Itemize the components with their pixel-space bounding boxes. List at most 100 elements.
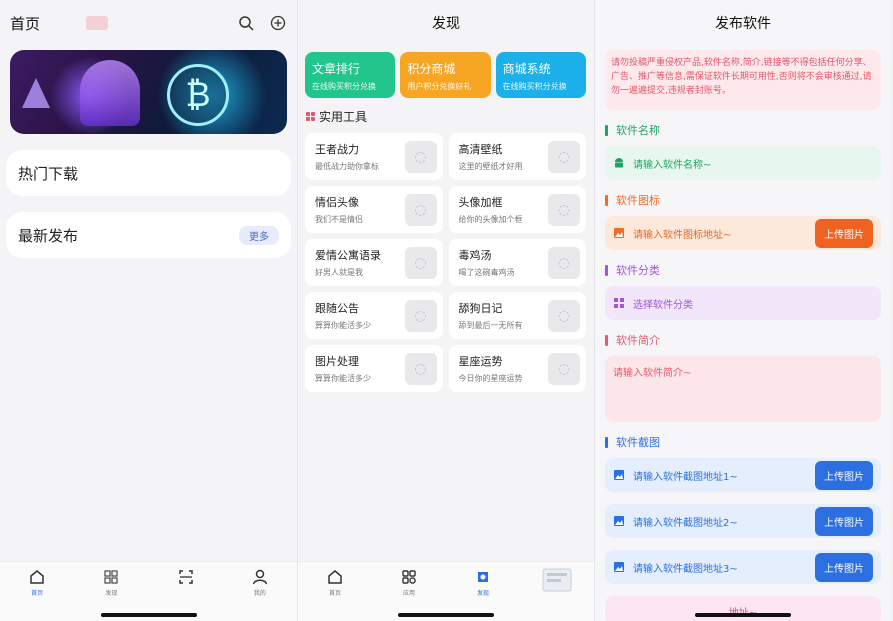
tool-card[interactable]: 舔狗日记 舔到最后一无所有 ◌ — [448, 292, 586, 339]
placeholder-text: 请输入软件图标地址~ — [633, 229, 732, 241]
accent-bar — [605, 264, 608, 276]
android-icon — [613, 157, 625, 169]
loading-icon: ◌ — [404, 246, 437, 279]
tool-title: 星座运势 — [458, 355, 503, 368]
field-heading-category: 软件分类 — [605, 262, 891, 278]
discover-screen: 发现 文章排行 在线购买积分兑换 积分商城 用户积分兑换好礼 商城系统 在线购买… — [297, 0, 594, 621]
upload-screenshot-button[interactable]: 上传图片 — [815, 506, 873, 536]
upload-icon-button[interactable]: 上传图片 — [815, 218, 873, 248]
tab-gallery[interactable] — [532, 568, 582, 594]
description-textarea[interactable]: 请输入软件简介~ — [605, 356, 881, 422]
user-icon — [252, 569, 268, 585]
tool-subtitle: 算算你能活多少 — [315, 321, 371, 330]
tool-card[interactable]: 跟随公告 算算你能活多少 ◌ — [305, 292, 443, 339]
tool-card[interactable]: 图片处理 算算你能活多少 ◌ — [305, 345, 443, 392]
image-icon — [613, 227, 625, 239]
tab-discover[interactable]: 发现 — [458, 568, 508, 597]
placeholder-text: 选择软件分类 — [633, 299, 693, 311]
section-label: 热门下载 — [18, 164, 79, 183]
page-title: 发布软件 — [715, 16, 771, 32]
tab-apps[interactable]: 应用 — [384, 568, 434, 597]
publish-screen: 发布软件 请勿投稿严重侵权产品,软件名称,简介,链接等不得包括任何分享、广告、推… — [594, 0, 891, 621]
tab-home[interactable]: 首页 — [12, 568, 62, 597]
tool-card[interactable]: 头像加框 给你的头像加个框 ◌ — [448, 186, 586, 233]
add-icon[interactable] — [269, 14, 287, 32]
home-indicator — [695, 613, 791, 617]
upload-screenshot-button[interactable]: 上传图片 — [815, 552, 873, 582]
field-heading-screenshots: 软件截图 — [605, 434, 891, 450]
promo-card-ranking[interactable]: 文章排行 在线购买积分兑换 — [305, 52, 396, 98]
promo-card-points-mall[interactable]: 积分商城 用户积分兑换好礼 — [400, 52, 491, 98]
accent-bar — [605, 194, 608, 206]
software-icon-input[interactable]: 请输入软件图标地址~ 上传图片 — [605, 216, 881, 250]
tab-label: 我的 — [253, 590, 266, 597]
upload-screenshot-button[interactable]: 上传图片 — [815, 460, 873, 490]
promo-title: 文章排行 — [312, 62, 361, 76]
more-button[interactable]: 更多 — [239, 225, 279, 245]
tab-profile[interactable]: 我的 — [235, 568, 285, 597]
software-name-input[interactable]: 请输入软件名称~ — [605, 146, 881, 180]
promo-subtitle: 在线购买积分兑换 — [312, 82, 376, 91]
loading-icon: ◌ — [404, 299, 437, 332]
tab-label: 发现 — [105, 590, 118, 597]
page-title: 发现 — [432, 16, 460, 32]
category-select[interactable]: 选择软件分类 — [605, 286, 881, 320]
tab-home[interactable]: 首页 — [310, 568, 360, 597]
tool-card[interactable]: 情侣头像 我们不是情侣 ◌ — [305, 186, 443, 233]
home-screen: 首页 ₿ 热门下载 最新发布 更多 首页 发现 我的 — [0, 0, 297, 621]
tool-subtitle: 最低战力助你拿标 — [315, 162, 379, 171]
accent-bar — [605, 124, 608, 136]
tool-title: 高清壁纸 — [458, 143, 503, 156]
tool-card[interactable]: 毒鸡汤 喝了这碗毒鸡汤 ◌ — [448, 239, 586, 286]
tab-label: 发现 — [476, 590, 489, 597]
tool-card[interactable]: 高清壁纸这里的壁纸才好用 ◌ — [448, 133, 586, 180]
loading-icon: ◌ — [548, 140, 580, 173]
promo-card-shop[interactable]: 商城系统 在线购买积分兑换 — [495, 52, 586, 98]
tab-label: 首页 — [328, 590, 341, 597]
app-root: 首页 ₿ 热门下载 最新发布 更多 首页 发现 我的 发现 文章排行 在线购买积… — [0, 0, 893, 621]
home-indicator — [398, 613, 494, 617]
home-tabbar: 首页 发现 我的 — [0, 561, 297, 621]
tab-scan[interactable] — [161, 568, 211, 588]
home-icon — [30, 570, 44, 584]
grid-icon — [306, 112, 315, 121]
image-icon — [613, 515, 625, 527]
field-heading-label: 软件图标 — [616, 194, 660, 207]
section-label: 最新发布 — [18, 226, 79, 245]
home-banner[interactable]: ₿ — [10, 50, 287, 134]
loading-icon: ◌ — [548, 193, 580, 226]
screenshot-input-1[interactable]: 请输入软件截图地址1~ 上传图片 — [605, 458, 881, 492]
download-url-input[interactable]: 地址~ — [605, 596, 881, 621]
promo-row: 文章排行 在线购买积分兑换 积分商城 用户积分兑换好礼 商城系统 在线购买积分兑… — [298, 46, 594, 98]
placeholder-text: 请输入软件截图地址1~ — [633, 471, 738, 483]
tool-subtitle: 给你的头像加个框 — [458, 215, 523, 224]
discover-icon — [478, 572, 488, 582]
image-icon — [542, 568, 572, 592]
tool-card[interactable]: 爱情公寓语录 好男人就是我 ◌ — [305, 239, 443, 286]
tab-label: 首页 — [31, 590, 44, 597]
apps-icon — [104, 570, 119, 584]
tool-card[interactable]: 王者战力 最低战力助你拿标 ◌ — [305, 133, 443, 180]
loading-icon: ◌ — [548, 352, 580, 385]
tool-title: 图片处理 — [315, 355, 359, 368]
promo-subtitle: 用户积分兑换好礼 — [407, 82, 472, 91]
image-icon — [613, 561, 625, 573]
placeholder-text: 请输入软件截图地址2~ — [633, 517, 738, 529]
tool-subtitle: 这里的壁纸才好用 — [458, 162, 523, 171]
accent-bar — [605, 334, 608, 346]
search-icon[interactable] — [237, 14, 255, 32]
banner-figure — [80, 60, 140, 126]
section-hot-downloads[interactable]: 热门下载 — [6, 150, 291, 196]
promo-subtitle: 在线购买积分兑换 — [502, 82, 567, 91]
screenshot-input-3[interactable]: 请输入软件截图地址3~ 上传图片 — [605, 550, 881, 584]
tool-title: 情侣头像 — [315, 196, 359, 209]
tool-card[interactable]: 星座运势今日你的星座运势 ◌ — [448, 345, 586, 392]
placeholder-text: 请输入软件简介~ — [613, 368, 692, 379]
home-indicator — [100, 613, 197, 617]
discover-tabbar: 首页 应用 发现 — [298, 561, 594, 621]
field-heading-icon: 软件图标 — [605, 192, 891, 208]
section-latest[interactable]: 最新发布 更多 — [6, 212, 291, 258]
screenshot-input-2[interactable]: 请输入软件截图地址2~ 上传图片 — [605, 504, 881, 538]
tool-subtitle: 今日你的星座运势 — [458, 374, 523, 383]
tab-discover[interactable]: 发现 — [86, 568, 136, 597]
